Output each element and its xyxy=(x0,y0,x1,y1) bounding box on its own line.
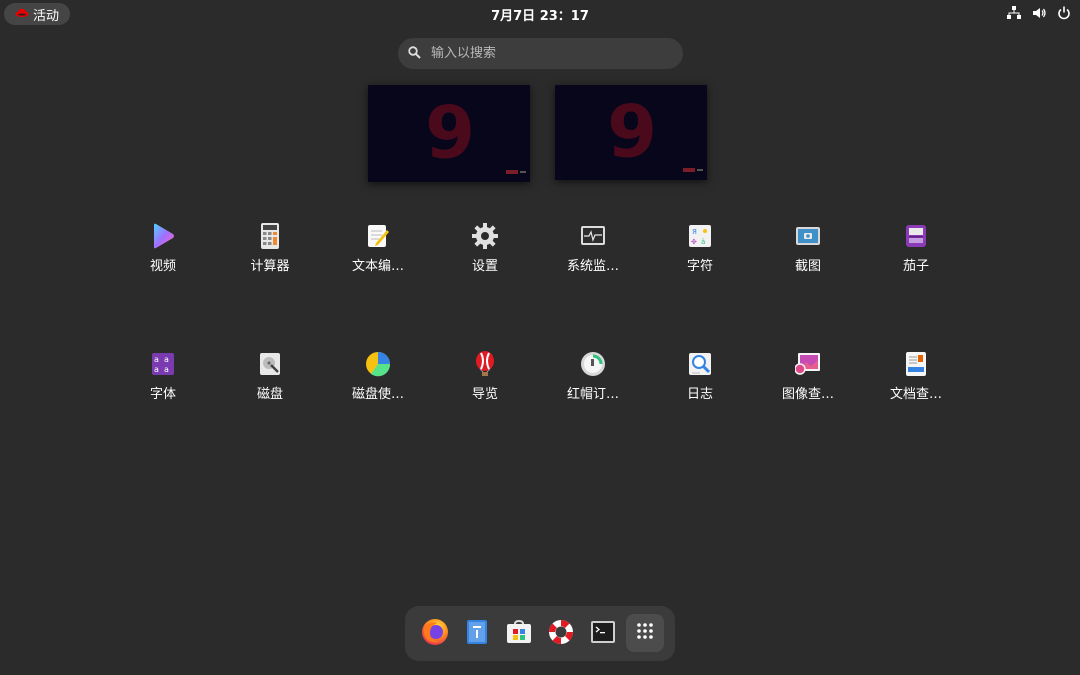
search-bar[interactable] xyxy=(398,38,683,69)
screenshot-icon xyxy=(795,223,821,249)
app-label: 磁盘 xyxy=(256,387,283,402)
tour-icon xyxy=(472,351,498,377)
wallpaper-digit: 9 xyxy=(424,89,475,174)
svg-text:a: a xyxy=(164,355,169,364)
app-label: 茄子 xyxy=(902,259,929,274)
logs-icon xyxy=(687,351,713,377)
app-fonts[interactable]: aaaa 字体 xyxy=(113,351,213,411)
volume-icon[interactable] xyxy=(1031,5,1047,21)
settings-icon xyxy=(472,223,498,249)
app-label: 计算器 xyxy=(250,259,290,274)
terminal-icon xyxy=(590,620,616,648)
app-document-viewer[interactable]: 文档查… xyxy=(866,351,966,411)
top-bar: 活动 7月7日 23：17 xyxy=(0,0,1080,28)
help-icon xyxy=(547,618,575,650)
search-icon xyxy=(408,44,421,63)
clock[interactable]: 7月7日 23：17 xyxy=(0,5,1080,24)
system-tray[interactable] xyxy=(1006,5,1072,21)
dock-item-firefox[interactable] xyxy=(418,617,452,651)
app-label: 设置 xyxy=(471,259,498,274)
wallpaper-logo xyxy=(683,168,695,172)
dock xyxy=(405,606,675,661)
files-icon xyxy=(466,619,488,649)
app-system-monitor[interactable]: 系统监… xyxy=(543,223,643,283)
video-icon xyxy=(150,223,176,249)
svg-text:✤: ✤ xyxy=(691,238,697,246)
app-disk-usage[interactable]: 磁盘使… xyxy=(328,351,428,411)
app-label: 图像查… xyxy=(781,387,834,402)
disk-usage-icon xyxy=(365,351,391,377)
dock-item-files[interactable] xyxy=(460,617,494,651)
wallpaper-digit: 9 xyxy=(606,88,657,173)
app-disks[interactable]: 磁盘 xyxy=(220,351,320,411)
svg-text:ä: ä xyxy=(701,238,705,246)
app-label: 字体 xyxy=(149,387,176,402)
app-label: 视频 xyxy=(149,259,176,274)
workspace-thumbnail-1[interactable]: 9 xyxy=(368,85,530,182)
app-subscription-manager[interactable]: 红帽订… xyxy=(543,351,643,411)
wallpaper-logo xyxy=(506,170,518,174)
show-apps-button[interactable] xyxy=(626,614,664,652)
show-apps-icon xyxy=(636,622,654,644)
app-settings[interactable]: 设置 xyxy=(435,223,535,283)
firefox-icon xyxy=(421,618,449,650)
cheese-icon xyxy=(903,223,929,249)
app-label: 字符 xyxy=(686,259,713,274)
app-label: 截图 xyxy=(794,259,821,274)
image-viewer-icon xyxy=(795,351,821,377)
app-logs[interactable]: 日志 xyxy=(650,351,750,411)
app-image-viewer[interactable]: 图像查… xyxy=(758,351,858,411)
svg-text:a: a xyxy=(154,355,159,364)
app-label: 文本编… xyxy=(351,259,404,274)
subscription-icon xyxy=(580,351,606,377)
calculator-icon xyxy=(257,223,283,249)
app-label: 红帽订… xyxy=(566,387,619,402)
app-calculator[interactable]: 计算器 xyxy=(220,223,320,283)
wallpaper-logo-text xyxy=(520,171,526,173)
app-tour[interactable]: 导览 xyxy=(435,351,535,411)
app-videos[interactable]: 视频 xyxy=(113,223,213,283)
dock-item-help[interactable] xyxy=(544,617,578,651)
disks-icon xyxy=(257,351,283,377)
app-screenshot[interactable]: 截图 xyxy=(758,223,858,283)
svg-text:a: a xyxy=(164,365,169,374)
app-cheese[interactable]: 茄子 xyxy=(866,223,966,283)
app-text-editor[interactable]: 文本编… xyxy=(328,223,428,283)
search-input[interactable] xyxy=(429,45,663,62)
text-editor-icon xyxy=(365,223,391,249)
app-characters[interactable]: Я ✤ ä 字符 xyxy=(650,223,750,283)
app-label: 文档查… xyxy=(889,387,942,402)
software-icon xyxy=(506,619,532,648)
workspace-thumbnail-2[interactable]: 9 xyxy=(555,85,707,180)
dock-item-software[interactable] xyxy=(502,617,536,651)
dock-item-terminal[interactable] xyxy=(586,617,620,651)
network-icon[interactable] xyxy=(1006,5,1022,21)
app-label: 系统监… xyxy=(566,259,619,274)
svg-text:a: a xyxy=(154,365,159,374)
app-label: 导览 xyxy=(471,387,498,402)
system-monitor-icon xyxy=(580,223,606,249)
fonts-icon: aaaa xyxy=(150,351,176,377)
characters-icon: Я ✤ ä xyxy=(687,223,713,249)
power-icon[interactable] xyxy=(1056,5,1072,21)
document-viewer-icon xyxy=(903,351,929,377)
app-label: 磁盘使… xyxy=(351,387,404,402)
wallpaper-logo-text xyxy=(697,169,703,171)
app-label: 日志 xyxy=(686,387,713,402)
svg-text:Я: Я xyxy=(692,228,697,236)
